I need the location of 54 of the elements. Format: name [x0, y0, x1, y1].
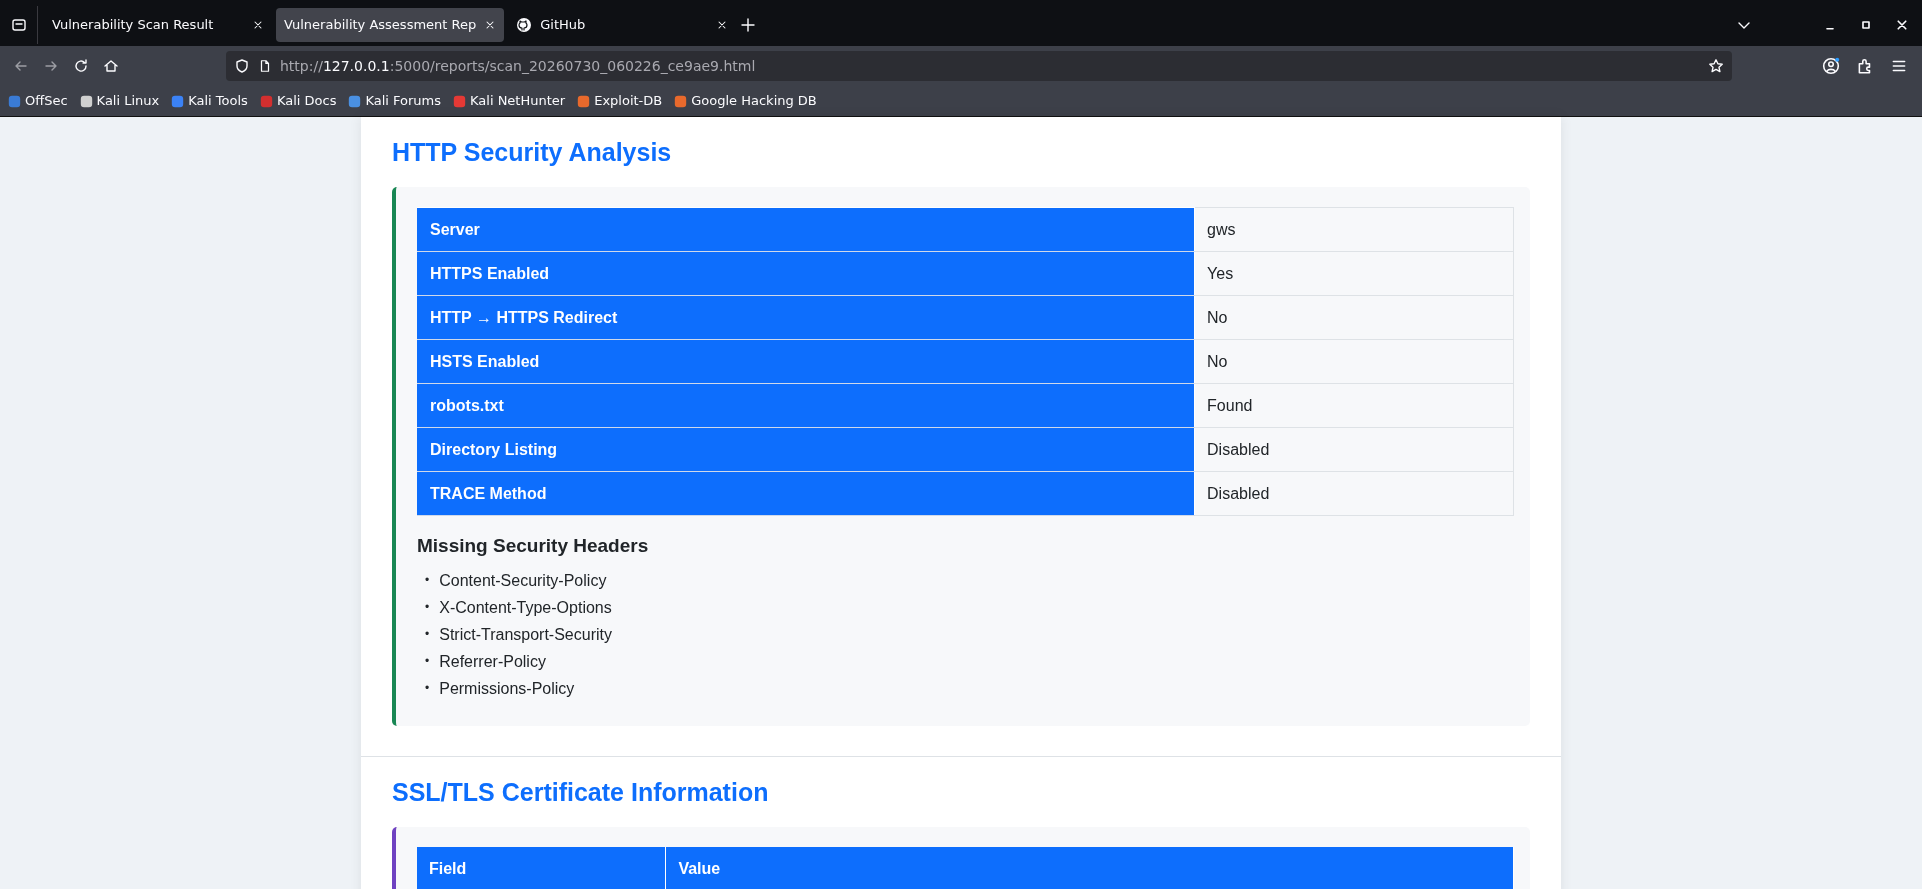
table-cell: No — [1194, 339, 1514, 384]
address-bar[interactable]: http://127.0.0.1:5000/reports/scan_20260730_060226_ce9ae9.html — [226, 51, 1732, 81]
url-text: http://127.0.0.1:5000/reports/scan_20260730_060226_ce9ae9.html — [280, 56, 757, 76]
table-cell: gws — [1194, 207, 1514, 252]
bullet: • — [425, 679, 430, 697]
bookmark-link[interactable]: Google Hacking DB — [674, 91, 817, 111]
browser-tab[interactable]: GitHub — [508, 8, 737, 42]
list-item: Content-Security-Policy — [439, 570, 607, 591]
column-header: Value — [665, 846, 1514, 889]
maximize-icon[interactable] — [1860, 19, 1872, 31]
table-header-cell: Server — [417, 207, 1195, 252]
list-item: X-Content-Type-Options — [439, 597, 612, 618]
table-header-cell: TRACE Method — [417, 471, 1195, 516]
page-icon — [258, 59, 272, 73]
table-header-cell: HTTP → HTTPS Redirect — [417, 295, 1195, 340]
bookmark-link[interactable]: Kali Forums — [348, 91, 442, 111]
table-cell: Disabled — [1194, 471, 1514, 516]
reload-icon[interactable] — [73, 58, 89, 74]
list-item: Permissions-Policy — [439, 678, 575, 699]
table-header-cell: HTTPS Enabled — [417, 251, 1195, 296]
bullet: • — [425, 598, 430, 616]
bullet: • — [425, 652, 430, 670]
tab-list-icon[interactable] — [10, 17, 27, 33]
star-icon[interactable] — [1708, 58, 1724, 74]
section-heading: HTTP Security Analysis — [392, 137, 673, 167]
plus-icon[interactable] — [740, 17, 757, 33]
table-cell: Disabled — [1194, 427, 1514, 472]
list-item: Strict-Transport-Security — [439, 624, 612, 645]
browser-tab[interactable]: Vulnerability Scan Result — [44, 8, 272, 42]
bullet: • — [425, 571, 430, 589]
bookmark-link[interactable]: Kali Linux — [79, 91, 160, 111]
section-heading: SSL/TLS Certificate Information — [392, 776, 770, 807]
subheading: Missing Security Headers — [417, 534, 650, 558]
home-icon[interactable] — [103, 58, 119, 74]
close-icon[interactable] — [252, 19, 264, 31]
column-header: Field — [417, 846, 666, 889]
bookmark-link[interactable]: Kali NetHunter — [453, 91, 566, 111]
table-cell: Yes — [1194, 251, 1514, 296]
close-icon[interactable] — [1896, 19, 1908, 31]
table-cell: No — [1194, 295, 1514, 340]
browser-tab[interactable]: Vulnerability Assessment Rep — [276, 8, 505, 42]
table-cell: Found — [1194, 383, 1514, 428]
account-icon[interactable] — [1822, 57, 1840, 75]
table-header-cell: robots.txt — [417, 383, 1195, 428]
cat-logo-icon — [516, 17, 533, 33]
shield-icon[interactable] — [234, 58, 250, 74]
list-item: Referrer-Policy — [439, 651, 546, 672]
bullet: • — [425, 625, 430, 643]
table-header-cell: Directory Listing — [417, 427, 1195, 472]
bookmark-link[interactable]: Exploit-DB — [577, 91, 663, 111]
bookmark-link[interactable]: Kali Docs — [259, 91, 337, 111]
bookmark-link[interactable]: OffSec — [8, 91, 68, 111]
bookmark-link[interactable]: Kali Tools — [171, 91, 248, 111]
table-header-cell: HSTS Enabled — [417, 339, 1195, 384]
